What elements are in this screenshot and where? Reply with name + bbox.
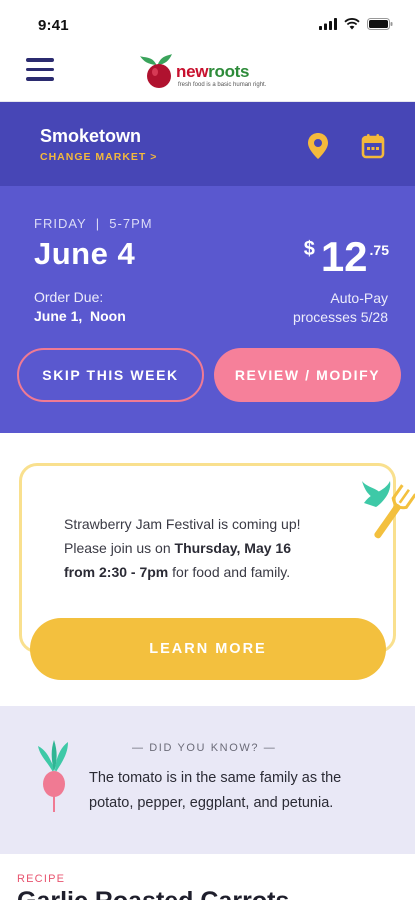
price-whole: 12 (320, 233, 368, 280)
market-bar: Smoketown CHANGE MARKET > (0, 102, 415, 186)
wifi-icon (344, 18, 360, 30)
market-name: Smoketown (40, 126, 142, 146)
logo-wordmark: newroots (176, 62, 250, 81)
order-due-label: Order Due: (34, 289, 104, 305)
change-market-link[interactable]: CHANGE MARKET > (40, 151, 157, 163)
hamburger-menu-icon[interactable] (26, 58, 56, 84)
location-pin-icon[interactable] (306, 132, 330, 160)
recipe-label: RECIPE (17, 873, 66, 885)
skip-this-week-button[interactable]: SKIP THIS WEEK (17, 348, 204, 402)
logo-tagline: fresh food is a basic human right. (178, 82, 267, 88)
status-bar: 9:41 (0, 0, 415, 44)
order-due-value: June 1, Noon (34, 308, 126, 324)
did-you-know-title: — DID YOU KNOW? — (132, 742, 277, 754)
battery-icon (367, 18, 393, 30)
event-line1: Strawberry Jam Festival is coming up! (64, 516, 301, 532)
autopay-note: Auto-Pay processes 5/28 (293, 289, 388, 327)
recipe-title[interactable]: Garlic Roasted Carrots (17, 887, 289, 900)
fork-icon (362, 481, 415, 539)
event-text: Strawberry Jam Festival is coming up! Pl… (64, 512, 364, 584)
review-modify-button[interactable]: REVIEW / MODIFY (214, 348, 401, 402)
app-header: newroots fresh food is a basic human rig… (0, 44, 415, 102)
status-time: 9:41 (38, 17, 69, 34)
event-line3: from 2:30 - 7pm for food and family. (64, 564, 291, 580)
status-icons (319, 18, 393, 30)
new-roots-logo: newroots fresh food is a basic human rig… (138, 50, 288, 96)
did-you-know-body: The tomato is in the same family as the … (89, 770, 342, 811)
did-you-know-section: — DID YOU KNOW? — The tomato is in the s… (0, 706, 415, 854)
order-price: $ 12 .75 (304, 234, 389, 280)
event-line2: Please join us on Thursday, May 16 (64, 540, 291, 556)
autopay-line2: processes 5/28 (293, 309, 388, 325)
order-panel: FRIDAY | 5-7PM June 4 Order Due: June 1,… (0, 186, 415, 433)
radish-icon (38, 740, 68, 812)
autopay-line1: Auto-Pay (330, 290, 388, 306)
price-currency: $ (303, 238, 315, 260)
signal-icon (319, 18, 337, 30)
order-date: June 4 (34, 236, 136, 271)
calendar-icon[interactable] (361, 133, 385, 159)
price-cents: .75 (369, 242, 389, 258)
order-day-time: FRIDAY | 5-7PM (34, 216, 153, 231)
learn-more-button[interactable]: LEARN MORE (30, 618, 386, 680)
beet-logo-icon (140, 54, 172, 88)
